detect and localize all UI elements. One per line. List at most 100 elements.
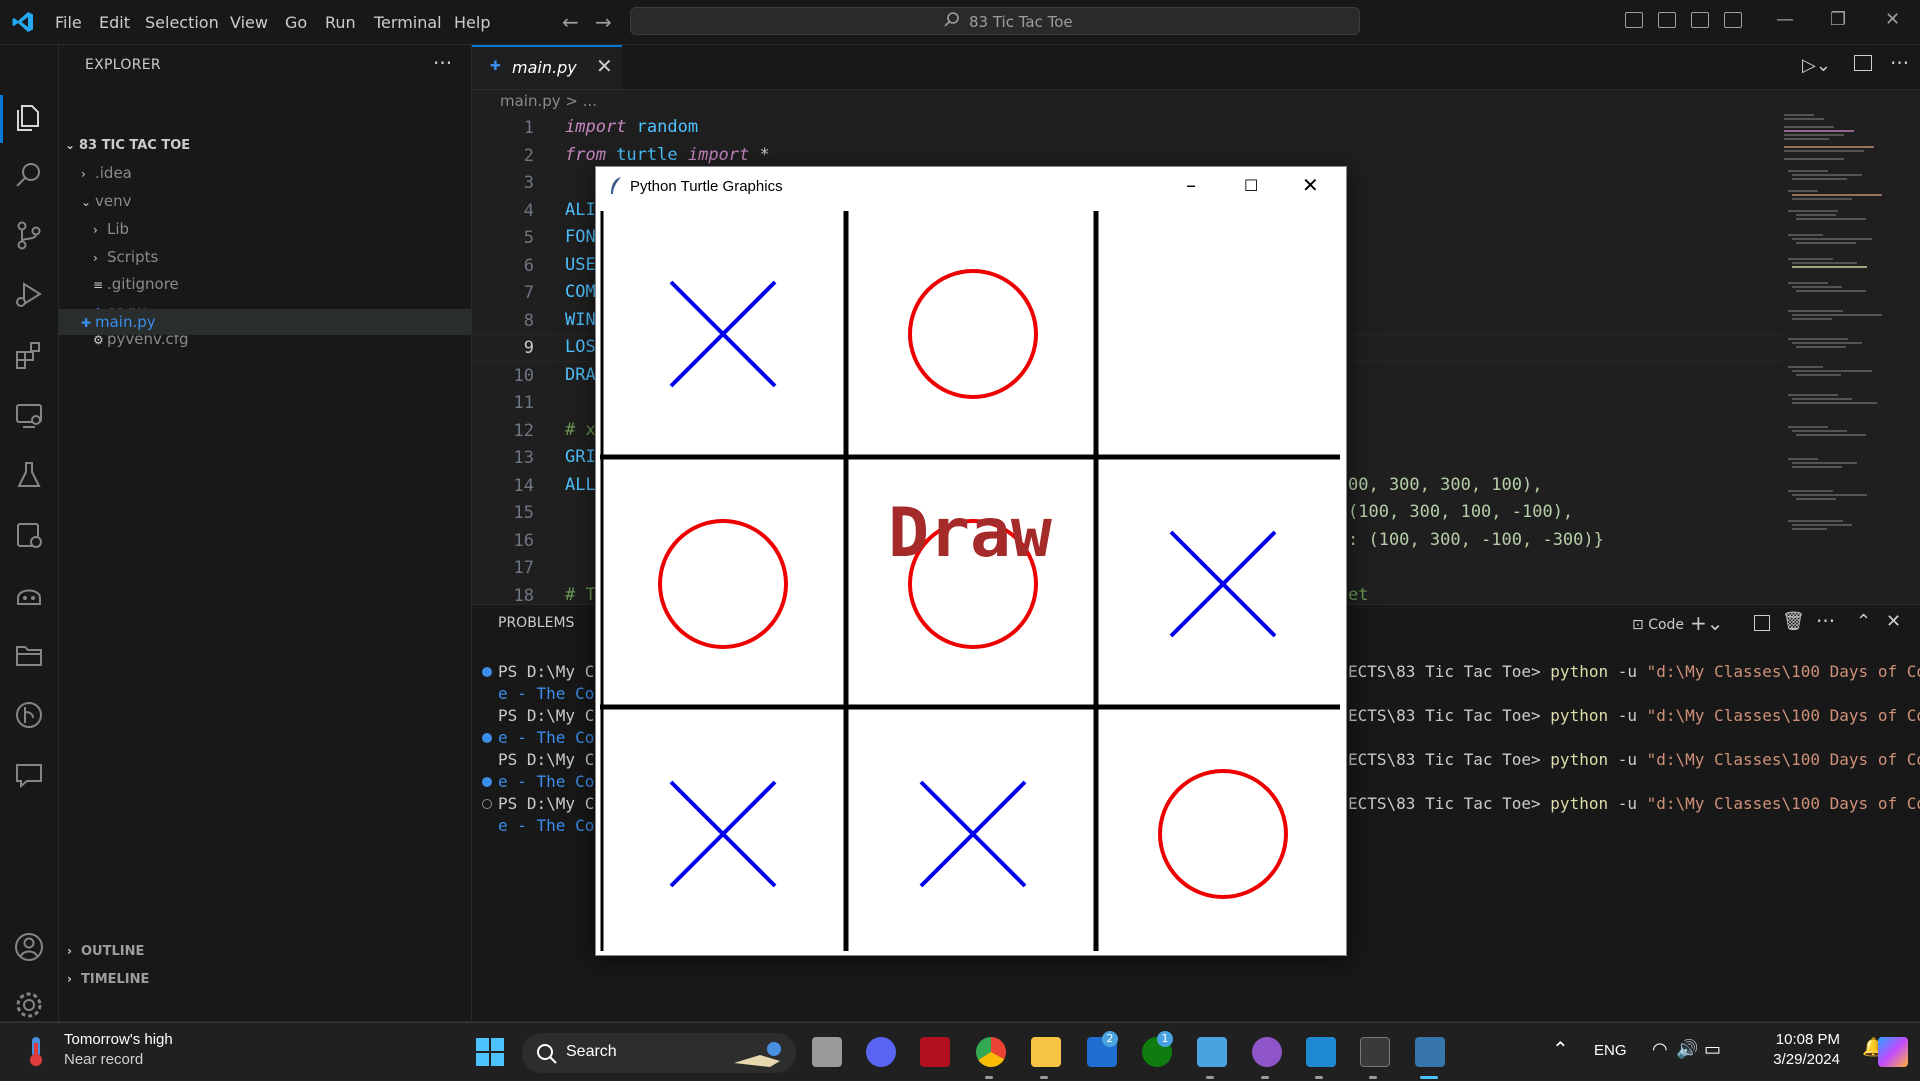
code-line-2[interactable]: from turtle import * (565, 145, 770, 165)
wifi-icon[interactable]: ◠ (1652, 1039, 1668, 1060)
trash-icon[interactable]: 🗑 (1782, 611, 1805, 632)
code-line-10[interactable]: DRA (565, 365, 596, 385)
customize-layout-icon[interactable] (1724, 12, 1742, 28)
folder-icon[interactable] (12, 638, 46, 672)
project-manager-icon[interactable] (12, 518, 46, 552)
more-actions-icon[interactable]: ··· (1890, 51, 1909, 75)
terminal-selector[interactable]: ⊡ Code (1632, 617, 1684, 633)
red-app-icon[interactable] (920, 1037, 950, 1067)
close-icon[interactable]: ✕ (1302, 173, 1319, 197)
python-taskbar-icon[interactable] (1415, 1037, 1445, 1067)
search-icon[interactable] (12, 158, 46, 192)
split-terminal-icon[interactable] (1754, 615, 1770, 631)
code-line-7[interactable]: COM (565, 282, 596, 302)
menu-help[interactable]: Help (454, 13, 490, 32)
code-line-8[interactable]: WIN (565, 310, 596, 330)
back-arrow-icon[interactable]: ← (562, 10, 579, 34)
windows-start-icon[interactable] (475, 1037, 505, 1067)
menu-view[interactable]: View (230, 13, 268, 32)
code-line-18[interactable]: # T (565, 585, 596, 605)
code-line-12[interactable]: # x (565, 420, 596, 440)
minimize-icon[interactable]: — (1776, 9, 1794, 30)
more-actions-icon[interactable]: ··· (1816, 609, 1835, 633)
source-control-icon[interactable] (12, 218, 46, 252)
game-board[interactable]: Draw (600, 211, 1340, 951)
code-line-18-tail[interactable]: et (1348, 585, 1368, 605)
code-line-5[interactable]: FON (565, 227, 596, 247)
file-explorer-icon[interactable] (1031, 1037, 1061, 1067)
maximize-panel-icon[interactable]: ⌃ (1856, 611, 1871, 632)
toggle-secondary-sidebar-icon[interactable] (1691, 12, 1709, 28)
command-pending-dot-icon[interactable] (482, 799, 492, 809)
new-terminal-icon[interactable]: +⌄ (1690, 611, 1724, 635)
menu-selection[interactable]: Selection (145, 13, 219, 32)
menu-file[interactable]: File (55, 13, 82, 32)
comments-icon[interactable] (12, 758, 46, 792)
task-view-icon[interactable] (812, 1037, 842, 1067)
toggle-panel-icon[interactable] (1658, 12, 1676, 28)
weather-title[interactable]: Tomorrow's high (64, 1031, 173, 1048)
terminal-taskbar-icon[interactable] (1360, 1037, 1390, 1067)
tree-item-venv[interactable]: ⌄ venv (81, 189, 132, 213)
volume-icon[interactable]: 🔊 (1676, 1039, 1698, 1060)
thermometer-icon[interactable] (22, 1033, 52, 1069)
github-icon[interactable] (1252, 1037, 1282, 1067)
code-line-6[interactable]: USE (565, 255, 596, 275)
language-indicator[interactable]: ENG (1594, 1042, 1627, 1059)
code-line-16-tail[interactable]: : (100, 300, -100, -300)} (1348, 530, 1604, 550)
discord-icon[interactable] (866, 1037, 896, 1067)
git-graph-icon[interactable] (12, 698, 46, 732)
timeline-section[interactable]: › TIMELINE (67, 972, 149, 987)
extensions-icon[interactable] (12, 338, 46, 372)
run-python-file-icon[interactable]: ▷⌄ (1802, 55, 1831, 76)
close-icon[interactable]: ✕ (1885, 9, 1900, 30)
code-line-1[interactable]: import random (565, 117, 698, 137)
battery-icon[interactable]: ▭ (1704, 1039, 1721, 1060)
clock-time[interactable]: 10:08 PM (1750, 1031, 1840, 1048)
testing-icon[interactable] (12, 458, 46, 492)
close-tab-icon[interactable]: ✕ (596, 54, 613, 78)
code-line-14-tail[interactable]: 00, 300, 300, 100), (1348, 475, 1542, 495)
tree-item-lib[interactable]: › Lib (93, 217, 129, 241)
manage-gear-icon[interactable] (12, 988, 46, 1022)
turtle-title-bar[interactable]: Python Turtle Graphics – ☐ ✕ (596, 167, 1346, 207)
copilot-icon[interactable] (12, 578, 46, 612)
tree-item-idea[interactable]: › .idea (81, 161, 132, 185)
tree-item-gitignore[interactable]: ≡ .gitignore (93, 272, 179, 296)
forward-arrow-icon[interactable]: → (595, 10, 612, 34)
command-center-search[interactable]: 83 Tic Tac Toe (630, 7, 1360, 35)
explorer-root-folder[interactable]: ⌄ 83 TIC TAC TOE (65, 133, 190, 157)
split-editor-icon[interactable] (1854, 55, 1872, 71)
clock-date[interactable]: 3/29/2024 (1750, 1051, 1840, 1068)
command-success-dot-icon[interactable] (482, 733, 492, 743)
close-panel-icon[interactable]: ✕ (1886, 611, 1901, 632)
menu-terminal[interactable]: Terminal (374, 13, 442, 32)
vscode-taskbar-icon[interactable] (1306, 1037, 1336, 1067)
tab-problems[interactable]: PROBLEMS (498, 615, 574, 631)
breadcrumb[interactable]: main.py > ... (500, 92, 597, 110)
code-line-9[interactable]: LOS (565, 337, 596, 357)
more-actions-icon[interactable]: ··· (433, 51, 452, 75)
restore-icon[interactable]: ❐ (1830, 9, 1846, 30)
run-debug-icon[interactable] (12, 278, 46, 312)
command-success-dot-icon[interactable] (482, 667, 492, 677)
explorer-icon[interactable] (12, 100, 46, 134)
taskbar-search[interactable]: Search (522, 1033, 796, 1073)
weather-subtitle[interactable]: Near record (64, 1051, 143, 1068)
show-hidden-icons-icon[interactable]: ⌃ (1552, 1037, 1569, 1062)
outline-section[interactable]: › OUTLINE (67, 944, 144, 959)
code-line-14[interactable]: ALL (565, 475, 596, 495)
copilot-taskbar-icon[interactable] (1878, 1037, 1908, 1067)
command-success-dot-icon[interactable] (482, 777, 492, 787)
maximize-icon[interactable]: ☐ (1244, 176, 1258, 195)
code-line-13[interactable]: GRI (565, 447, 596, 467)
chrome-icon[interactable] (976, 1037, 1006, 1067)
tab-main-py[interactable]: ✚ main.py ✕ (472, 45, 622, 89)
code-line-4[interactable]: ALI (565, 200, 596, 220)
toggle-sidebar-icon[interactable] (1625, 12, 1643, 28)
minimize-icon[interactable]: – (1186, 173, 1196, 197)
menu-go[interactable]: Go (285, 13, 307, 32)
menu-run[interactable]: Run (325, 13, 356, 32)
tree-item-scripts[interactable]: › Scripts (93, 245, 158, 269)
tree-item-main-py[interactable]: ✚ main.py (59, 309, 471, 335)
